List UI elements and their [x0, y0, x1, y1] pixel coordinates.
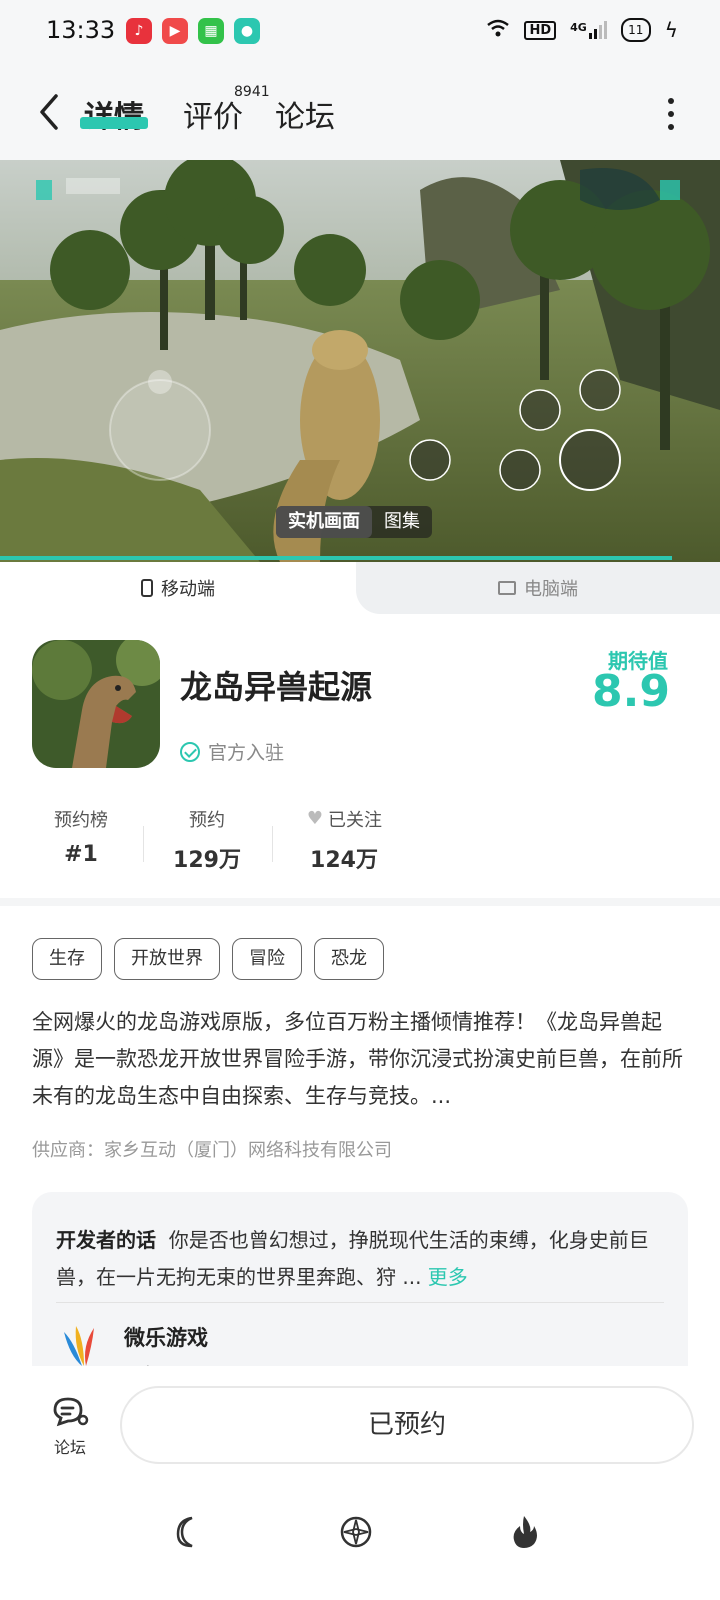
more-dot-icon	[668, 124, 674, 130]
back-button[interactable]	[32, 90, 66, 134]
stat-follow-label: 已关注	[328, 810, 382, 831]
heart-icon: ♥	[306, 808, 324, 829]
forum-button[interactable]: 论坛	[40, 1396, 100, 1458]
stat-reservations: 预约 129万	[166, 806, 248, 874]
game-media-carousel[interactable]: 实机画面 图集	[0, 160, 720, 562]
chevron-left-icon	[40, 94, 58, 130]
bottom-action-bar: 论坛 已预约	[0, 1366, 720, 1600]
game-title: 龙岛异兽起源	[180, 668, 373, 706]
game-app-icon	[32, 640, 160, 768]
official-badge: 官方入驻	[180, 738, 284, 765]
media-progress-bar	[0, 556, 672, 560]
tag-dinosaur[interactable]: 恐龙	[314, 938, 384, 980]
card-divider	[56, 1302, 664, 1303]
system-icons: HD 4G 11 ϟ	[486, 18, 678, 42]
platform-tabs: 移动端 电脑端	[0, 562, 720, 614]
charging-icon: ϟ	[664, 18, 678, 42]
tab-pc-platform[interactable]: 电脑端	[356, 562, 720, 614]
feather-logo-icon	[64, 1326, 94, 1366]
expectation-score: 8.9	[592, 666, 670, 717]
developer-note: 开发者的话 你是否也曾幻想过，挣脱现代生活的束缚，化身史前巨兽，在一片无拘无束的…	[56, 1222, 666, 1296]
battery-icon: 11	[620, 18, 651, 42]
signal-icon: 4G	[570, 21, 607, 39]
review-count-badge: 8941	[234, 84, 270, 100]
supplier-info: 供应商：家乡互动（厦门）网络科技有限公司	[32, 1140, 392, 1161]
stat-reserve-value: 129万	[173, 848, 241, 873]
game-screenshot-image	[0, 160, 720, 562]
section-divider	[0, 898, 720, 906]
tab-mobile-platform[interactable]: 移动端	[0, 562, 356, 614]
tag-list: 生存 开放世界 冒险 恐龙	[32, 938, 384, 980]
game-stats: 预约榜 #1 预约 129万 ♥ 已关注 124万	[0, 806, 720, 876]
chat-app-icon: ●	[234, 18, 260, 44]
tab-pc-label: 电脑端	[524, 579, 578, 600]
music-app-icon: ♪	[126, 18, 152, 44]
active-tab-indicator	[80, 117, 148, 129]
notification-icons: ♪ ▶ ▦ ●	[126, 18, 260, 44]
developer-name[interactable]: 微乐游戏	[124, 1322, 208, 1352]
chat-bubble-icon	[51, 1396, 89, 1428]
stat-divider	[272, 826, 273, 862]
stat-follow-value: 124万	[310, 848, 378, 873]
developer-logo	[58, 1322, 106, 1370]
game-description[interactable]: 全网爆火的龙岛游戏原版，多位百万粉主播倾情推荐！《龙岛异兽起源》是一款恐龙开放世…	[32, 1004, 688, 1115]
moon-icon[interactable]	[166, 1512, 206, 1552]
tag-survival[interactable]: 生存	[32, 938, 102, 980]
wifi-icon	[486, 19, 510, 41]
stat-divider	[143, 826, 144, 862]
realshot-tab[interactable]: 实机画面	[276, 506, 372, 538]
dinosaur-icon	[32, 640, 160, 768]
flame-icon[interactable]	[504, 1512, 544, 1552]
video-app-icon: ▶	[162, 18, 188, 44]
forum-label: 论坛	[53, 1438, 86, 1457]
tab-mobile-label: 移动端	[161, 579, 215, 600]
system-nav-bar	[0, 1512, 720, 1552]
stat-rank[interactable]: 预约榜 #1	[40, 806, 122, 867]
phone-icon	[141, 579, 153, 597]
compass-icon[interactable]	[336, 1512, 376, 1552]
verified-check-icon	[180, 741, 200, 762]
tab-detail[interactable]: 详情	[84, 92, 144, 136]
reserved-button[interactable]: 已预约	[120, 1386, 694, 1464]
monitor-icon	[498, 581, 516, 595]
gallery-tab[interactable]: 图集	[372, 506, 432, 538]
official-label: 官方入驻	[208, 742, 285, 764]
shop-app-icon: ▦	[198, 18, 224, 44]
developer-note-heading: 开发者的话	[56, 1228, 156, 1252]
top-navigation: 详情 评价 8941 论坛	[0, 64, 720, 160]
tag-adventure[interactable]: 冒险	[232, 938, 302, 980]
media-type-switch: 实机画面 图集	[276, 506, 432, 538]
more-dot-icon	[668, 111, 674, 117]
tag-open-world[interactable]: 开放世界	[114, 938, 220, 980]
network-type: 4G	[570, 21, 587, 34]
more-options-button[interactable]	[666, 98, 676, 130]
stat-reserve-label: 预约	[189, 810, 225, 831]
tab-forum[interactable]: 论坛	[275, 92, 335, 136]
more-dot-icon	[668, 98, 674, 104]
stat-rank-label: 预约榜	[54, 810, 108, 831]
developer-more-link[interactable]: 更多	[428, 1265, 468, 1289]
stat-rank-value: #1	[64, 842, 98, 867]
hd-badge: HD	[524, 20, 557, 40]
status-time: 13:33	[46, 16, 116, 44]
status-bar: 13:33 ♪ ▶ ▦ ● HD 4G 11 ϟ	[0, 0, 720, 64]
stat-follow[interactable]: ♥ 已关注 124万	[294, 806, 394, 874]
stat-follow-label-row: ♥ 已关注	[294, 806, 394, 832]
